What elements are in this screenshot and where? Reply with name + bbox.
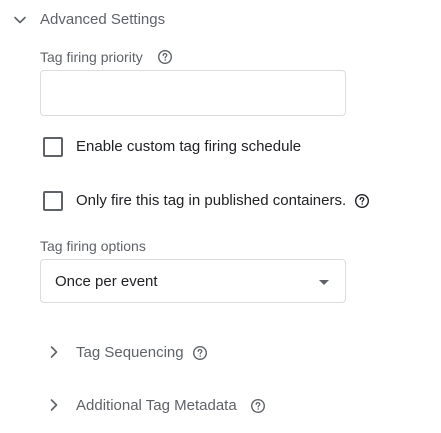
tag-firing-options-value: Once per event <box>55 273 158 290</box>
additional-tag-metadata-label: Additional Tag Metadata <box>76 397 237 414</box>
tag-sequencing-expander[interactable]: Tag Sequencing <box>40 340 240 364</box>
tag-firing-options-select[interactable]: Once per event <box>40 259 346 303</box>
help-circle-icon[interactable] <box>250 398 266 414</box>
additional-tag-metadata-expander[interactable]: Additional Tag Metadata <box>40 393 300 417</box>
custom-schedule-checkbox[interactable] <box>43 137 63 157</box>
custom-schedule-checkbox-label: Enable custom tag firing schedule <box>76 138 302 155</box>
chevron-down-icon <box>12 12 28 28</box>
help-circle-icon[interactable] <box>157 49 173 65</box>
published-containers-checkbox-label: Only fire this tag in published containe… <box>76 192 347 209</box>
dropdown-caret-icon <box>319 280 329 285</box>
tag-firing-priority-label-row: Tag firing priority <box>40 48 240 68</box>
advanced-settings-toggle[interactable]: Advanced Settings <box>8 8 228 32</box>
help-circle-icon[interactable] <box>192 345 208 361</box>
help-circle-icon[interactable] <box>354 193 370 209</box>
chevron-right-icon <box>46 344 62 360</box>
custom-schedule-checkbox-row[interactable]: Enable custom tag firing schedule <box>40 134 340 160</box>
tag-firing-priority-label: Tag firing priority <box>40 49 143 65</box>
tag-firing-options-label: Tag firing options <box>40 238 146 254</box>
tag-sequencing-label: Tag Sequencing <box>76 344 184 361</box>
advanced-settings-title: Advanced Settings <box>40 11 166 28</box>
published-containers-checkbox[interactable] <box>43 191 63 211</box>
chevron-right-icon <box>46 397 62 413</box>
tag-firing-priority-input[interactable] <box>40 70 346 116</box>
published-containers-checkbox-row[interactable]: Only fire this tag in published containe… <box>40 188 380 214</box>
